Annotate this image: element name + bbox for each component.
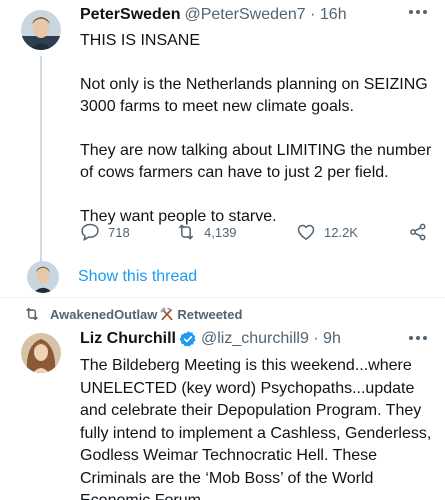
- retweet-icon: [26, 307, 38, 321]
- tweet-actions: 718 4,139 12.2K: [80, 222, 430, 246]
- reply-button[interactable]: 718: [80, 222, 130, 242]
- share-icon: [410, 223, 426, 241]
- retweeted-by-banner[interactable]: AwakenedOutlaw Retweeted: [24, 306, 242, 322]
- display-name[interactable]: Liz Churchill: [80, 330, 176, 348]
- like-icon: [297, 224, 315, 240]
- handle-and-time[interactable]: @PeterSweden7 · 16h: [184, 6, 346, 24]
- handle-and-time[interactable]: @liz_churchill9 · 9h: [201, 330, 341, 348]
- tweet-paragraph: Not only is the Netherlands planning on …: [80, 76, 428, 115]
- retweet-button[interactable]: 4,139: [176, 222, 237, 242]
- tweet-paragraph: They are now talking about LIMITING the …: [80, 142, 432, 181]
- avatar-small-petersweden[interactable]: [27, 261, 59, 293]
- reply-count: 718: [108, 224, 130, 240]
- more-icon[interactable]: [409, 336, 427, 342]
- avatar-liz-churchill[interactable]: [21, 333, 61, 373]
- tweet-header: PeterSweden @PeterSweden7 · 16h: [80, 6, 347, 24]
- retweet-count: 4,139: [204, 224, 237, 240]
- avatar-petersweden[interactable]: [21, 10, 61, 50]
- more-icon[interactable]: [409, 10, 427, 16]
- reply-icon: [81, 223, 99, 241]
- display-name[interactable]: PeterSweden: [80, 6, 180, 24]
- verified-icon: [179, 331, 196, 347]
- tweet-text: The Bildeberg Meeting is this weekend...…: [80, 357, 432, 500]
- like-button[interactable]: 12.2K: [296, 222, 358, 242]
- retweeted-label: Retweeted: [177, 306, 243, 322]
- hammer-and-pick-icon: [160, 307, 174, 321]
- tweet-divider: [0, 297, 445, 298]
- tweet-paragraph: THIS IS INSANE: [80, 32, 201, 49]
- retweet-icon: [179, 224, 193, 240]
- tweet-text: THIS IS INSANE Not only is the Netherlan…: [80, 30, 435, 250]
- share-button[interactable]: [408, 222, 436, 242]
- show-thread-link[interactable]: Show this thread: [78, 268, 197, 286]
- retweeter-name[interactable]: AwakenedOutlaw: [50, 307, 157, 322]
- like-count: 12.2K: [324, 224, 358, 240]
- tweet-header: Liz Churchill @liz_churchill9 · 9h: [80, 330, 341, 348]
- tweet-peter-sweden[interactable]: PeterSweden @PeterSweden7 · 16h THIS IS …: [0, 0, 445, 295]
- thread-connector-line: [40, 56, 42, 262]
